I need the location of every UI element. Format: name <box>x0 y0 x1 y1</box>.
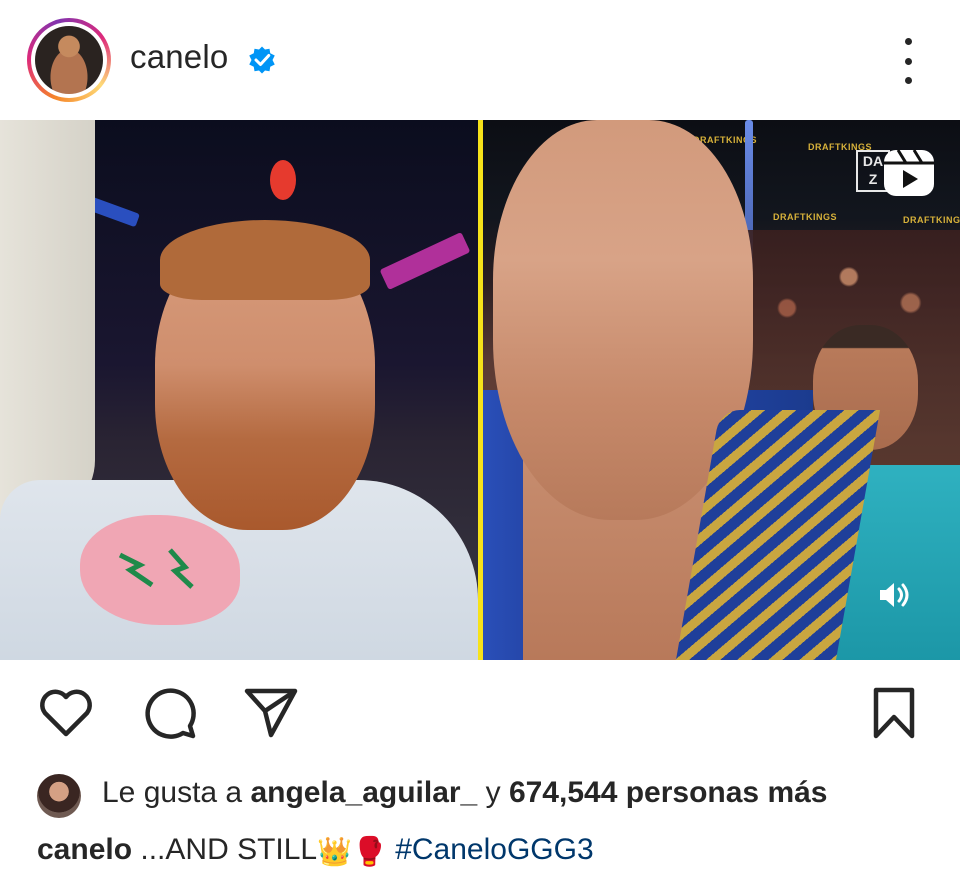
stage-light <box>270 160 296 200</box>
likes-connector: y <box>485 776 501 809</box>
jacket-patch-logo <box>80 515 240 625</box>
likes-summary[interactable]: Le gusta a angela_aguilar_ y 674,544 per… <box>37 774 937 818</box>
caption-username-link[interactable]: canelo <box>37 833 132 866</box>
raised-arm <box>0 120 95 520</box>
story-ring[interactable] <box>27 18 111 102</box>
caption-text: ...AND STILL <box>140 833 318 866</box>
likes-text: Le gusta a angela_aguilar_ y 674,544 per… <box>102 776 827 810</box>
avatar[interactable] <box>35 26 103 94</box>
verified-badge-icon <box>249 46 275 74</box>
bookmark-icon[interactable] <box>870 686 918 740</box>
post-media[interactable]: DRAFTKINGS DRAFTKINGS DRAFTKINGS DRAFTKI… <box>0 120 960 660</box>
speaker-icon[interactable] <box>876 577 914 613</box>
lightning-icon <box>118 548 194 589</box>
caption-emojis: 👑🥊 <box>317 836 387 867</box>
heart-icon[interactable] <box>38 688 94 738</box>
media-left-panel <box>0 120 478 660</box>
more-options-button[interactable] <box>893 38 923 84</box>
sponsor-banner: DRAFTKINGS <box>903 215 960 225</box>
hashtag-link[interactable]: #CaneloGGG3 <box>395 833 593 866</box>
likes-prefix: Le gusta a <box>102 776 243 809</box>
avatar-border <box>31 22 107 98</box>
liker-username-link[interactable]: angela_aguilar_ <box>250 776 477 809</box>
liker-avatar[interactable] <box>37 774 81 818</box>
likes-count-link[interactable]: 674,544 personas más <box>509 776 828 809</box>
post-header: canelo <box>0 0 960 120</box>
send-icon[interactable] <box>243 686 299 738</box>
post-caption: canelo ...AND STILL👑🥊 #CaneloGGG3 <box>37 833 594 868</box>
reels-icon[interactable] <box>882 148 936 198</box>
stage-light <box>379 232 471 290</box>
fighter-hair <box>160 220 370 300</box>
username-link[interactable]: canelo <box>130 38 228 76</box>
more-vertical-icon <box>904 38 912 45</box>
post-actions-bar <box>0 660 960 770</box>
comment-icon[interactable] <box>143 686 199 740</box>
sponsor-banner: DRAFTKINGS <box>773 212 837 222</box>
